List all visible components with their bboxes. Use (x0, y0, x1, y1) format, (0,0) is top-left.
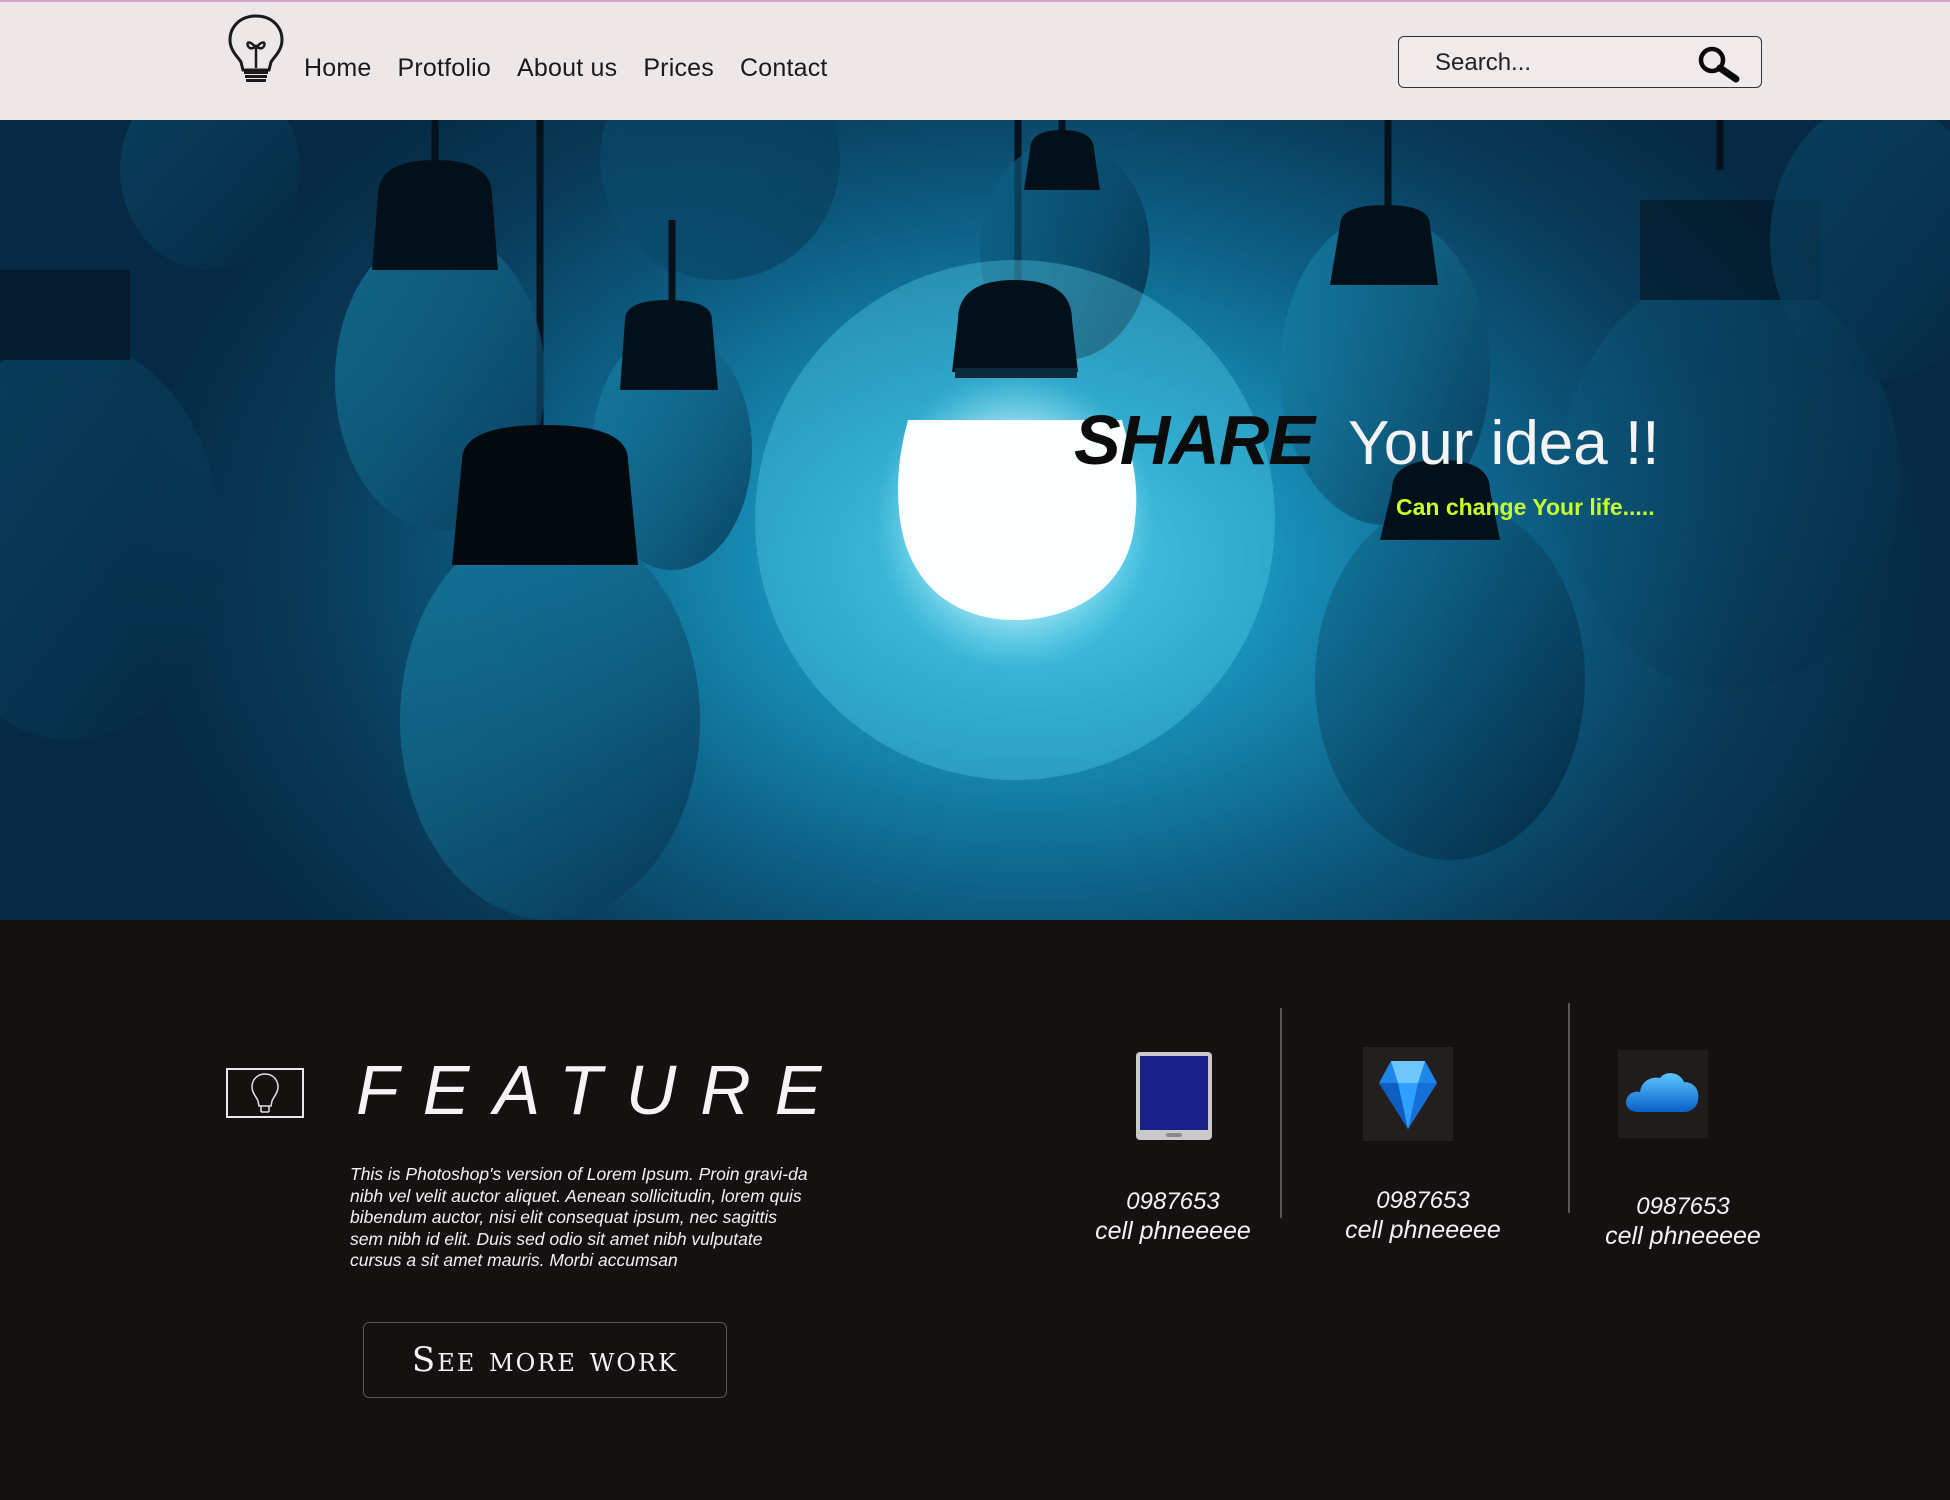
hanging-bulbs-image (0, 120, 1950, 920)
contact-label: cell phneeeee (1345, 1216, 1501, 1244)
diamond-icon-tile[interactable] (1363, 1047, 1453, 1141)
tablet-icon[interactable] (1134, 1050, 1214, 1142)
hero-headline-rest: Your idea !! (1348, 409, 1660, 478)
search-box (1398, 36, 1762, 88)
contact-number: 0987653 (1636, 1193, 1730, 1220)
column-divider (1568, 1003, 1570, 1213)
lightbulb-outline-icon (251, 1073, 279, 1113)
contact-number: 0987653 (1376, 1187, 1470, 1214)
nav-home[interactable]: Home (304, 54, 372, 83)
column-divider (1280, 1008, 1282, 1218)
contact-label: cell phneeeee (1605, 1222, 1761, 1250)
contact-number: 0987653 (1126, 1188, 1220, 1215)
lightbulb-logo-icon[interactable] (224, 12, 288, 84)
nav-prices[interactable]: Prices (643, 54, 714, 83)
nav-contact[interactable]: Contact (740, 54, 828, 83)
site-header: Home Protfolio About us Prices Contact (0, 0, 1950, 120)
nav-portfolio[interactable]: Protfolio (398, 54, 492, 83)
hero-headline: SHARE Your idea !! (1074, 400, 1659, 480)
contact-item-2: 0987653 cell phneeeee (1338, 1187, 1508, 1245)
search-input[interactable] (1433, 45, 1687, 81)
hero-share-word: SHARE (1074, 401, 1315, 479)
contact-item-1: 0987653 cell phneeeee (1088, 1188, 1258, 1246)
cloud-icon (1626, 1073, 1699, 1112)
search-icon[interactable] (1695, 45, 1741, 83)
nav-about-us[interactable]: About us (517, 54, 617, 83)
contact-item-3: 0987653 cell phneeeee (1598, 1193, 1768, 1251)
feature-description: This is Photoshop's version of Lorem Ips… (350, 1164, 808, 1270)
main-nav: Home Protfolio About us Prices Contact (304, 54, 828, 83)
feature-heading: FEATURE (356, 1051, 846, 1129)
hero-subtitle: Can change Your life..... (1396, 494, 1655, 520)
cloud-icon-tile[interactable] (1618, 1050, 1708, 1138)
contact-label: cell phneeeee (1095, 1217, 1251, 1245)
diamond-icon (1379, 1061, 1437, 1129)
see-more-work-button[interactable]: See more work (363, 1322, 727, 1398)
hero-banner: SHARE Your idea !! Can change Your life..… (0, 120, 1950, 920)
feature-lightbulb-icon (226, 1068, 304, 1118)
